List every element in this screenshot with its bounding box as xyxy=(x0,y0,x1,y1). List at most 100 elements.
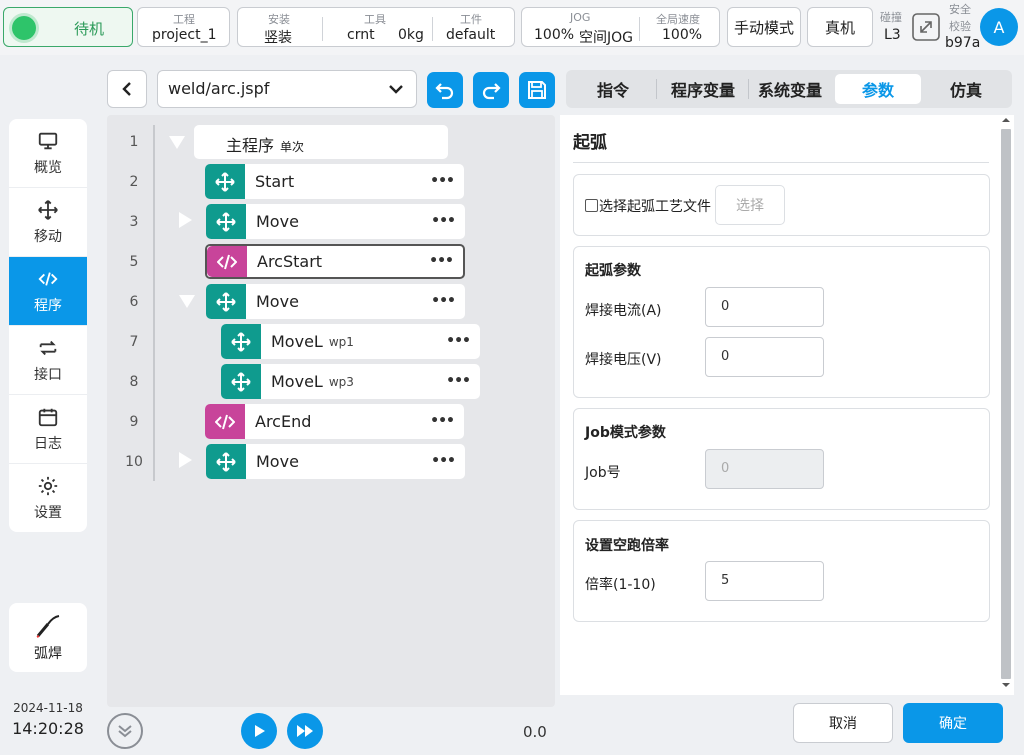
install-value: 竖装 xyxy=(264,30,292,46)
expand-arrow-icon[interactable] xyxy=(179,452,192,468)
program-file-name: weld/arc.jspf xyxy=(168,79,270,98)
collapse-arrow-icon[interactable] xyxy=(179,295,195,308)
play-button[interactable] xyxy=(241,713,277,749)
node-waypoint: wp1 xyxy=(328,334,354,349)
node-label: Move xyxy=(256,212,299,231)
monitor-icon xyxy=(38,132,58,149)
tree-node[interactable]: Start ••• xyxy=(205,164,464,199)
welding-torch-icon xyxy=(36,614,60,638)
jog-caption: JOG xyxy=(570,11,591,24)
save-icon xyxy=(528,81,546,99)
side-nav: 概览 移动 程序 接口 日志 设置 xyxy=(9,119,87,532)
fast-forward-button[interactable] xyxy=(287,713,323,749)
back-button[interactable] xyxy=(107,70,147,108)
code-icon xyxy=(38,271,58,286)
jog-speed-box[interactable]: JOG 100% 空间JOG 全局速度 100% xyxy=(521,7,720,47)
more-options-icon[interactable]: ••• xyxy=(446,373,471,389)
divider xyxy=(432,17,433,41)
dry-run-rate-label: 倍率(1-10) xyxy=(585,577,656,593)
weld-voltage-input[interactable]: 0 xyxy=(705,337,824,377)
tab-parameters[interactable]: 参数 xyxy=(835,74,921,104)
program-file-select[interactable]: weld/arc.jspf xyxy=(157,70,417,108)
safety-checksum[interactable]: b97a xyxy=(945,35,980,51)
tree-node[interactable]: ArcEnd ••• xyxy=(205,404,464,439)
run-progress-value: 0.0 xyxy=(523,723,547,741)
tab-simulation[interactable]: 仿真 xyxy=(930,74,1002,104)
nav-item-log[interactable]: 日志 xyxy=(9,395,87,464)
more-options-icon[interactable]: ••• xyxy=(446,333,471,349)
card-title: 设置空跑倍率 xyxy=(585,538,669,554)
nav-item-program[interactable]: 程序 xyxy=(9,257,87,326)
more-options-icon[interactable]: ••• xyxy=(430,413,455,429)
safety-caption: 安全 xyxy=(949,3,971,16)
status-indicator-icon xyxy=(12,16,36,40)
current-date: 2024-11-18 xyxy=(13,701,83,715)
panel-scrollbar[interactable] xyxy=(999,115,1013,692)
main-program-node[interactable]: 主程序 单次 xyxy=(194,125,448,159)
expand-arrow-icon[interactable] xyxy=(179,212,192,228)
jog-space: 空间JOG xyxy=(579,30,633,46)
user-avatar[interactable]: A xyxy=(980,8,1018,46)
more-options-icon[interactable]: ••• xyxy=(431,293,456,309)
manual-mode-button[interactable]: 手动模式 xyxy=(727,7,801,47)
fast-forward-icon xyxy=(297,725,313,737)
scroll-thumb[interactable] xyxy=(1001,129,1011,679)
nav-item-weld[interactable]: 弧焊 xyxy=(9,603,87,672)
project-box[interactable]: 工程 project_1 xyxy=(137,7,230,47)
arc-file-checkbox-label[interactable]: 选择起弧工艺文件 xyxy=(599,196,711,216)
move-icon xyxy=(221,324,261,359)
line-number: 9 xyxy=(129,414,139,430)
tab-instructions[interactable]: 指令 xyxy=(574,74,652,104)
real-machine-button[interactable]: 真机 xyxy=(807,7,873,47)
dry-run-rate-input[interactable]: 5 xyxy=(705,561,824,601)
nav-label: 弧焊 xyxy=(34,645,62,662)
install-tool-workpiece-box[interactable]: 安装 竖装 工具 crnt 0kg 工件 default xyxy=(237,7,515,47)
play-icon xyxy=(255,725,265,737)
undo-button[interactable] xyxy=(427,72,463,108)
tree-node[interactable]: MoveL wp1 ••• xyxy=(221,324,480,359)
redo-icon xyxy=(482,83,501,100)
nav-item-settings[interactable]: 设置 xyxy=(9,464,87,532)
more-options-icon[interactable]: ••• xyxy=(431,453,456,469)
cancel-button[interactable]: 取消 xyxy=(793,703,893,743)
choose-file-button[interactable]: 选择 xyxy=(715,185,785,225)
line-number: 5 xyxy=(129,254,139,270)
job-number-input[interactable]: 0 xyxy=(705,449,824,489)
tree-node[interactable]: Move ••• xyxy=(206,444,465,479)
confirm-button[interactable]: 确定 xyxy=(903,703,1003,743)
fullscreen-icon[interactable] xyxy=(911,12,941,42)
more-options-icon[interactable]: ••• xyxy=(430,173,455,189)
more-options-icon[interactable]: ••• xyxy=(429,253,454,269)
tree-node[interactable]: Move ••• xyxy=(206,284,465,319)
tool-caption: 工具 xyxy=(364,13,386,26)
nav-label: 日志 xyxy=(34,435,62,452)
dry-run-card: 设置空跑倍率 倍率(1-10) 5 xyxy=(573,520,990,622)
line-number: 1 xyxy=(129,134,139,150)
collapse-arrow-icon[interactable] xyxy=(169,136,185,149)
nav-item-interface[interactable]: 接口 xyxy=(9,326,87,395)
tree-node[interactable]: MoveL wp3 ••• xyxy=(221,364,480,399)
line-number: 6 xyxy=(129,294,139,310)
chevron-down-icon xyxy=(389,85,403,94)
nav-item-overview[interactable]: 概览 xyxy=(9,119,87,188)
node-label: MoveL xyxy=(271,372,323,391)
tree-node-selected[interactable]: ArcStart ••• xyxy=(205,244,465,279)
weld-current-input[interactable]: 0 xyxy=(705,287,824,327)
scroll-up-icon[interactable] xyxy=(1001,115,1011,125)
tab-system-variables[interactable]: 系统变量 xyxy=(752,74,828,104)
global-speed-caption: 全局速度 xyxy=(656,13,700,26)
global-speed-value: 100% xyxy=(662,27,703,43)
save-button[interactable] xyxy=(519,72,555,108)
robot-status[interactable]: 待机 xyxy=(3,7,133,47)
scroll-down-icon[interactable] xyxy=(1001,680,1011,690)
code-icon xyxy=(205,404,245,439)
move-icon xyxy=(206,444,246,479)
tab-program-variables[interactable]: 程序变量 xyxy=(660,74,746,104)
scroll-down-button[interactable] xyxy=(107,713,143,749)
collision-level[interactable]: L3 xyxy=(884,27,901,43)
nav-item-move[interactable]: 移动 xyxy=(9,188,87,257)
arc-file-checkbox[interactable] xyxy=(585,199,598,212)
more-options-icon[interactable]: ••• xyxy=(431,213,456,229)
redo-button[interactable] xyxy=(473,72,509,108)
tree-node[interactable]: Move ••• xyxy=(206,204,465,239)
